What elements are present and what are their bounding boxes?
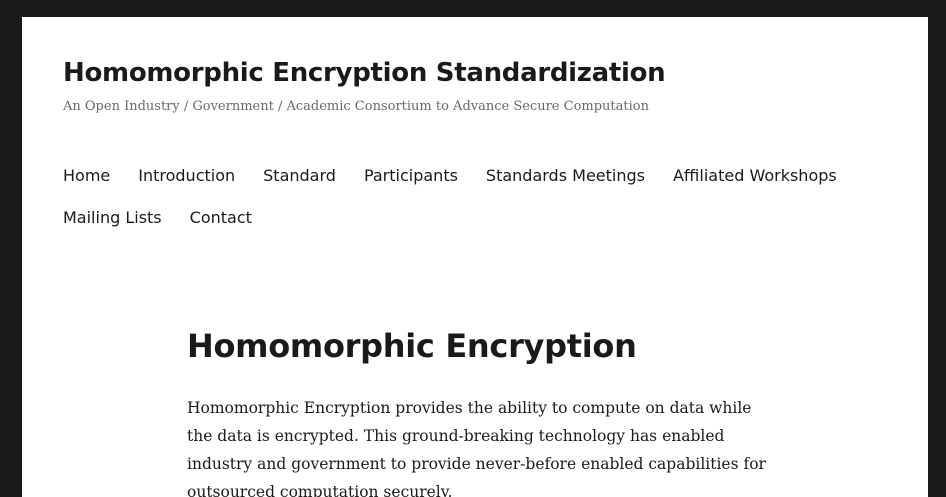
nav-link-affiliated-workshops[interactable]: Affiliated Workshops — [673, 166, 837, 185]
nav-link-introduction[interactable]: Introduction — [138, 166, 235, 185]
nav-link-mailing-lists[interactable]: Mailing Lists — [63, 208, 162, 227]
nav-link-standard[interactable]: Standard — [263, 166, 336, 185]
site-title[interactable]: Homomorphic Encryption Standardization — [63, 58, 666, 88]
page-container: Homomorphic Encryption Standardization A… — [22, 17, 928, 497]
nav-row-1: Home Introduction Standard Participants … — [63, 164, 903, 186]
main-navigation: Home Introduction Standard Participants … — [63, 164, 903, 248]
nav-link-standards-meetings[interactable]: Standards Meetings — [486, 166, 645, 185]
nav-link-contact[interactable]: Contact — [190, 208, 252, 227]
article-body: Homomorphic Encryption provides the abil… — [187, 399, 766, 497]
article-title: Homomorphic Encryption — [187, 327, 637, 365]
nav-link-home[interactable]: Home — [63, 166, 110, 185]
nav-row-2: Mailing Lists Contact — [63, 206, 903, 228]
site-tagline: An Open Industry / Government / Academic… — [63, 99, 649, 114]
nav-link-participants[interactable]: Participants — [364, 166, 458, 185]
